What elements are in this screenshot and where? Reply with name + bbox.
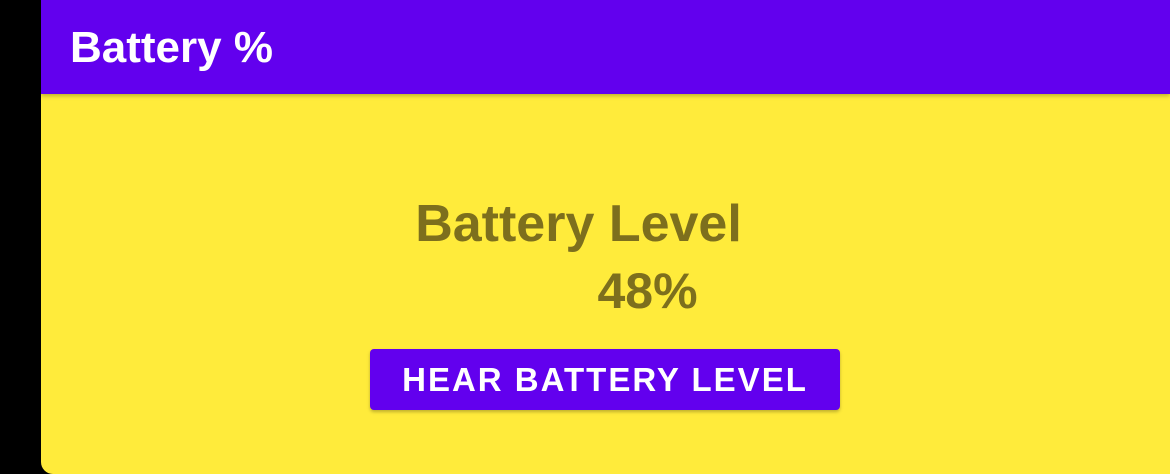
- app-title: Battery %: [70, 23, 273, 72]
- main-content: Battery Level 48% HEAR BATTERY LEVEL: [41, 94, 1170, 474]
- battery-level-value: 48%: [41, 262, 1170, 320]
- app-bar: Battery %: [41, 0, 1170, 94]
- battery-level-value-text: 48%: [597, 263, 698, 319]
- battery-level-label-text: Battery Level: [415, 195, 742, 253]
- battery-level-label: Battery Level: [41, 194, 1170, 254]
- app-window: Battery % Battery Level 48% HEAR BATTERY…: [41, 0, 1170, 474]
- screen: Battery % Battery Level 48% HEAR BATTERY…: [0, 0, 1170, 474]
- hear-battery-level-button[interactable]: HEAR BATTERY LEVEL: [370, 349, 840, 410]
